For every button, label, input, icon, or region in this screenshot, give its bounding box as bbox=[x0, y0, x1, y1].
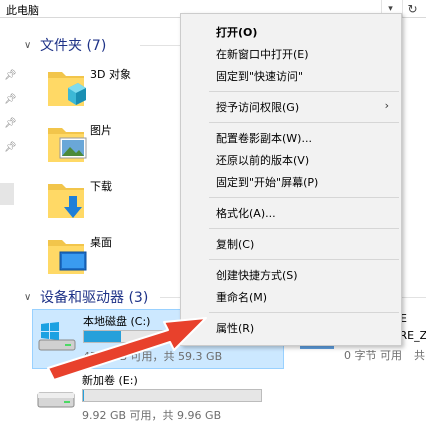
drive-name: 新加卷 (E:) bbox=[82, 374, 138, 387]
folder-label: 图片 bbox=[90, 124, 112, 137]
folder-label: 3D 对象 bbox=[90, 68, 131, 81]
drive-usage-fill bbox=[84, 331, 122, 342]
menu-item-create-shortcut[interactable]: 创建快捷方式(S) bbox=[181, 264, 401, 285]
menu-separator bbox=[209, 259, 399, 260]
pin-icon[interactable]: 📌︎ bbox=[4, 94, 17, 105]
menu-item-pin-start[interactable]: 固定到"开始"屏幕(P) bbox=[181, 171, 401, 192]
menu-item-copy[interactable]: 复制(C) bbox=[181, 233, 401, 254]
folder-item-downloads[interactable]: 下载 bbox=[42, 174, 192, 224]
menu-separator bbox=[209, 91, 399, 92]
devices-section-header[interactable]: ∨ 设备和驱动器 (3) bbox=[24, 287, 148, 307]
hard-drive-icon bbox=[37, 392, 75, 408]
nav-selected-item[interactable] bbox=[0, 183, 14, 205]
section-divider bbox=[160, 297, 180, 298]
section-divider bbox=[402, 297, 426, 298]
devices-section-title: 设备和驱动器 (3) bbox=[40, 290, 149, 306]
menu-item-shadow-copies[interactable]: 配置卷影副本(W)... bbox=[181, 127, 401, 148]
menu-separator bbox=[209, 122, 399, 123]
menu-item-restore-versions[interactable]: 还原以前的版本(V) bbox=[181, 149, 401, 170]
context-menu: 打开(O) 在新窗口中打开(E) 固定到"快速访问" 授予访问权限(G) › 配置… bbox=[180, 13, 402, 346]
pin-icon[interactable]: 📌︎ bbox=[4, 118, 17, 129]
folders-section-header[interactable]: ∨ 文件夹 (7) bbox=[24, 35, 106, 55]
3d-objects-folder-icon bbox=[48, 72, 86, 106]
menu-item-pin-quick-access[interactable]: 固定到"快速访问" bbox=[181, 65, 401, 86]
chevron-down-icon[interactable]: ∨ bbox=[24, 292, 40, 303]
folder-item-pictures[interactable]: 图片 bbox=[42, 118, 192, 168]
drive-usage-fill bbox=[83, 390, 84, 401]
folder-label: 桌面 bbox=[90, 236, 112, 249]
menu-item-rename[interactable]: 重命名(M) bbox=[181, 286, 401, 307]
drive-space-fragment: 共 bbox=[414, 349, 425, 362]
menu-item-open[interactable]: 打开(O) bbox=[181, 21, 401, 42]
drive-item-e[interactable]: 新加卷 (E:) 9.92 GB 可用，共 9.96 GB bbox=[32, 369, 284, 427]
chevron-right-icon: › bbox=[384, 99, 389, 112]
windows-drive-icon bbox=[38, 322, 76, 351]
drive-name: 本地磁盘 (C:) bbox=[83, 315, 151, 328]
folder-item-desktop[interactable]: 桌面 bbox=[42, 230, 192, 280]
folder-label: 下载 bbox=[90, 180, 112, 193]
file-explorer-window: 此电脑 ▾ ↻ 📌︎ 📌︎ 📌︎ 📌︎ ∨ 文件夹 (7) 3D 对象 图片 下… bbox=[0, 0, 426, 427]
drive-space: 0 字节 可用 bbox=[344, 349, 402, 362]
menu-separator bbox=[209, 228, 399, 229]
drive-space: 47.0 GB 可用，共 59.3 GB bbox=[83, 350, 223, 363]
menu-item-open-new-window[interactable]: 在新窗口中打开(E) bbox=[181, 43, 401, 64]
folders-section-title: 文件夹 (7) bbox=[40, 38, 107, 54]
pin-icon[interactable]: 📌︎ bbox=[4, 142, 17, 153]
navigation-pane: 📌︎ 📌︎ 📌︎ 📌︎ bbox=[0, 18, 19, 427]
pin-icon[interactable]: 📌︎ bbox=[4, 70, 17, 81]
menu-item-give-access[interactable]: 授予访问权限(G) › bbox=[181, 96, 401, 117]
chevron-down-icon[interactable]: ∨ bbox=[24, 40, 40, 51]
address-path[interactable]: 此电脑 bbox=[6, 2, 39, 18]
menu-separator bbox=[209, 312, 399, 313]
section-divider bbox=[140, 45, 180, 46]
refresh-icon[interactable]: ↻ bbox=[402, 0, 422, 17]
desktop-folder-icon bbox=[48, 240, 87, 274]
drive-space: 9.92 GB 可用，共 9.96 GB bbox=[82, 409, 222, 422]
folder-item-3d-objects[interactable]: 3D 对象 bbox=[42, 62, 192, 112]
menu-separator bbox=[209, 197, 399, 198]
downloads-folder-icon bbox=[48, 184, 84, 218]
pictures-folder-icon bbox=[48, 128, 87, 162]
drive-usage-bar bbox=[82, 389, 262, 402]
menu-item-properties[interactable]: 属性(R) bbox=[181, 317, 401, 338]
menu-item-format[interactable]: 格式化(A)... bbox=[181, 202, 401, 223]
